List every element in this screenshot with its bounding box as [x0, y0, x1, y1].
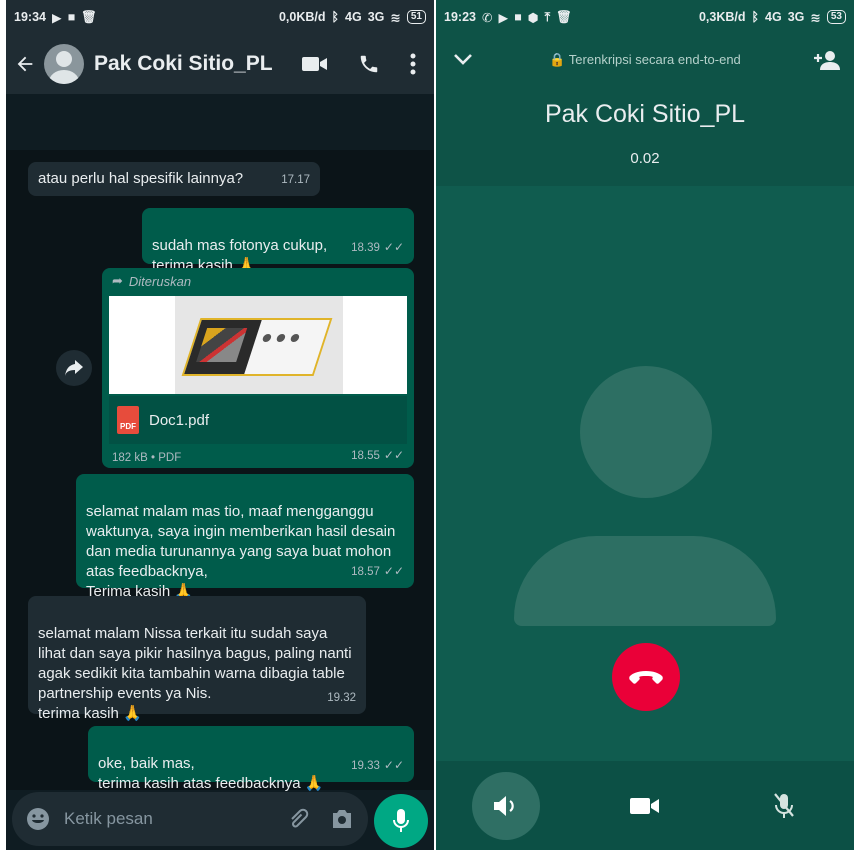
avatar-head	[580, 366, 712, 498]
avatar-body	[514, 536, 776, 626]
message-input-bar[interactable]: Ketik pesan	[12, 792, 368, 846]
message-incoming[interactable]: atau perlu hal spesifik lainnya? 17.17	[28, 162, 320, 196]
call-avatar-area	[436, 186, 854, 761]
video-icon	[629, 797, 659, 814]
speaker-icon	[493, 795, 514, 816]
message-list: atau perlu hal spesifik lainnya? 17.17 s…	[6, 150, 434, 792]
encryption-notice: Terenkripsi secara end-to-end	[568, 52, 741, 67]
document-meta: 182 kB • PDF	[112, 452, 182, 464]
message-time: 18.55	[351, 450, 380, 462]
play-icon: ▶	[498, 10, 509, 25]
share-icon	[65, 360, 83, 376]
document-filename: Doc1.pdf	[149, 411, 210, 429]
call-contact-name: Pak Coki Sitio_PL	[544, 100, 746, 128]
message-outgoing[interactable]: oke, baik mas, terima kasih atas feedbac…	[88, 726, 414, 792]
mic-off-icon	[774, 792, 795, 818]
bluetooth-icon: ᛒ	[751, 10, 760, 24]
forwarded-document-message[interactable]: ➦ Diteruskan PDF Doc1.pdf 182 kB • PDF 1…	[102, 268, 414, 468]
play-icon: ▶	[51, 10, 62, 25]
mute-button[interactable]	[750, 772, 818, 840]
contact-name[interactable]: Pak Coki Sitio_PL	[94, 52, 302, 76]
trash-icon: 🗑	[81, 9, 98, 24]
chat-header: Pak Coki Sitio_PL	[6, 34, 434, 94]
message-time: 18.57	[351, 566, 380, 578]
call-duration: 0.02	[630, 150, 660, 167]
microphone-icon	[393, 809, 409, 832]
message-time: 19.33	[351, 760, 380, 772]
status-bar: 19:34 ▶ ■ 🗑 0,0KB/d ᛒ 4G 3G ≋ 51	[6, 0, 434, 34]
message-text: atau perlu hal spesifik lainnya?	[38, 170, 244, 187]
voice-call-icon[interactable]	[358, 53, 380, 75]
forward-arrow-icon: ➦	[112, 273, 123, 288]
message-time: 19.32	[327, 692, 356, 704]
wifi-icon: ≋	[810, 10, 821, 25]
network-speed: 0,3KB/d	[698, 10, 746, 24]
end-call-button[interactable]	[612, 643, 680, 711]
call-header: 🔒 Terenkripsi secara end-to-end Pak Coki…	[436, 34, 854, 186]
forwarded-label: Diteruskan	[128, 273, 192, 289]
status-bar: 19:23 ✆ ▶ ■ ⬢ ⤒ 🗑 0,3KB/d ᛒ 4G 3G ≋ 53	[436, 0, 854, 34]
message-text: selamat malam mas tio, maaf mengganggu w…	[86, 503, 396, 600]
message-incoming[interactable]: selamat malam Nissa terkait itu sudah sa…	[28, 596, 366, 722]
video-call-icon[interactable]	[302, 55, 328, 73]
signal-4g: 4G	[345, 10, 362, 24]
phone-icon: ✆	[481, 10, 493, 25]
battery-level: 53	[826, 10, 846, 24]
network-speed: 0,0KB/d	[278, 10, 326, 24]
trash-icon: 🗑	[556, 9, 572, 24]
message-outgoing[interactable]: sudah mas fotonya cukup, terima kasih 🙏 …	[142, 208, 414, 274]
document-file[interactable]: PDF Doc1.pdf	[109, 396, 407, 444]
add-participant-icon[interactable]	[814, 50, 840, 70]
emoji-icon[interactable]	[26, 807, 50, 831]
document-preview[interactable]	[109, 296, 407, 394]
hang-up-icon	[629, 671, 663, 684]
attachment-icon[interactable]	[288, 807, 310, 831]
wifi-icon: ≋	[390, 10, 401, 25]
notification-icon: ■	[514, 10, 522, 24]
voice-record-button[interactable]	[374, 794, 428, 848]
read-ticks-icon: ✓✓	[383, 758, 404, 772]
message-time: 18.39	[351, 242, 380, 254]
battery-level: 51	[406, 10, 426, 24]
read-ticks-icon: ✓✓	[383, 448, 404, 462]
message-text: oke, baik mas, terima kasih atas feedbac…	[98, 755, 324, 792]
speaker-button[interactable]	[471, 771, 540, 840]
notification-icon: ■	[67, 10, 76, 24]
lock-icon: 🔒	[549, 52, 566, 67]
read-ticks-icon: ✓✓	[383, 564, 404, 578]
status-time: 19:34	[14, 10, 46, 24]
forward-button[interactable]	[56, 350, 92, 386]
message-input[interactable]: Ketik pesan	[64, 809, 268, 829]
signal-3g: 3G	[787, 10, 805, 24]
back-arrow-icon[interactable]	[14, 53, 36, 75]
call-screen: 19:23 ✆ ▶ ■ ⬢ ⤒ 🗑 0,3KB/d ᛒ 4G 3G ≋ 53 🔒	[436, 0, 854, 850]
bluetooth-icon: ᛒ	[331, 10, 340, 24]
status-time: 19:23	[444, 10, 476, 24]
signal-3g: 3G	[367, 10, 385, 24]
chat-screen: 19:34 ▶ ■ 🗑 0,0KB/d ᛒ 4G 3G ≋ 51 Pak Cok…	[6, 0, 434, 850]
pdf-icon: PDF	[117, 406, 139, 434]
brochure-image	[181, 318, 333, 376]
more-options-icon[interactable]	[410, 53, 416, 75]
video-toggle-button[interactable]	[611, 772, 679, 840]
call-controls	[436, 761, 854, 850]
avatar[interactable]	[44, 44, 84, 84]
read-ticks-icon: ✓✓	[383, 240, 404, 254]
upload-icon: ⤒	[544, 9, 551, 24]
message-text: selamat malam Nissa terkait itu sudah sa…	[38, 625, 352, 722]
signal-4g: 4G	[765, 10, 782, 24]
camera-icon[interactable]	[330, 808, 354, 830]
message-time: 17.17	[281, 174, 310, 186]
message-outgoing[interactable]: selamat malam mas tio, maaf mengganggu w…	[76, 474, 414, 600]
shield-icon: ⬢	[527, 10, 539, 25]
